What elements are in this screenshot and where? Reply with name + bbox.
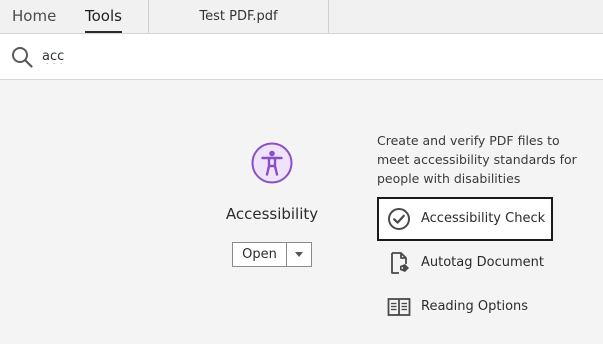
tab-document[interactable]: Test PDF.pdf — [148, 0, 329, 33]
reading-options-action[interactable]: Reading Options — [377, 285, 553, 329]
search-bar — [0, 34, 603, 80]
tab-tools-label: Tools — [85, 7, 122, 25]
tool-description: Create and verify PDF files to meet acce… — [377, 133, 577, 186]
accessibility-icon[interactable] — [251, 142, 293, 184]
tool-name: Accessibility — [225, 205, 319, 223]
tab-bar: Home Tools Test PDF.pdf — [0, 0, 603, 34]
action-label: Reading Options — [421, 299, 529, 314]
search-icon[interactable] — [11, 46, 33, 68]
tab-home[interactable]: Home — [12, 0, 56, 33]
book-icon — [387, 298, 411, 316]
open-dropdown-button[interactable] — [287, 243, 311, 266]
action-label: Autotag Document — [421, 255, 544, 270]
chevron-down-icon — [295, 252, 303, 257]
active-tab-indicator — [85, 31, 122, 33]
tag-document-icon — [391, 252, 409, 274]
open-split-button: Open — [232, 242, 312, 267]
accessibility-check-action[interactable]: Accessibility Check — [377, 197, 553, 241]
autotag-document-action[interactable]: Autotag Document — [377, 241, 553, 285]
search-input[interactable] — [42, 43, 582, 69]
check-circle-icon — [388, 208, 410, 230]
tab-tools[interactable]: Tools — [85, 0, 122, 33]
open-button[interactable]: Open — [233, 243, 287, 266]
action-label: Accessibility Check — [421, 211, 546, 226]
